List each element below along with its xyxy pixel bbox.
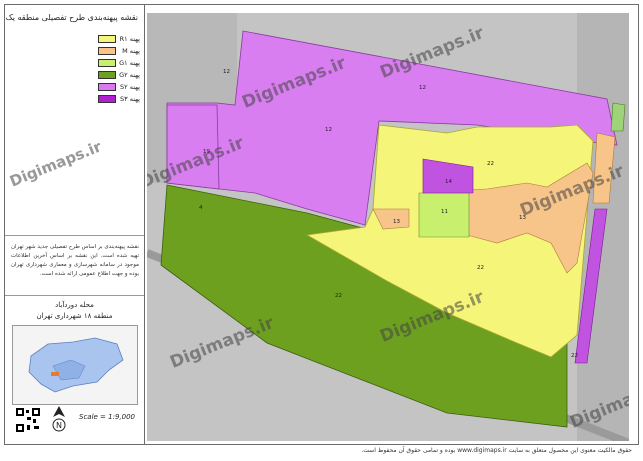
location-marker — [51, 372, 59, 376]
zone-label: 11 — [441, 209, 448, 215]
zone-label: 12 — [223, 69, 230, 75]
legend-panel: نقشه پیهنه‌بندی طرح تفصیلی منطقه یک پهنه… — [5, 5, 145, 444]
legend-swatch — [98, 47, 116, 55]
legend-label: پهنه G۲ — [119, 71, 140, 79]
legend-label: پهنه S۳ — [120, 95, 140, 103]
legend-item: پهنه R۱ — [95, 33, 141, 45]
map-canvas[interactable]: 12 12 19 22 14 11 13 13 22 4 22 22 12 Di… — [147, 13, 629, 441]
zone-S2 — [166, 104, 220, 190]
legend-swatch — [98, 59, 116, 67]
zone-label: 12 — [325, 127, 332, 133]
zone-label: 22 — [571, 353, 578, 359]
map-note: نقشه پیهنه‌بندی بر اساس طرح تفصیلی جدید … — [11, 244, 139, 277]
zone-label: 13 — [519, 215, 526, 221]
zone-label: 13 — [393, 219, 400, 225]
zone-label: 19 — [203, 149, 210, 155]
north-arrow-icon: N — [52, 406, 66, 432]
qr-code-icon — [15, 407, 41, 433]
zone-label: 22 — [335, 293, 342, 299]
legend-item: پهنه M — [95, 45, 141, 57]
legend-swatch — [98, 35, 116, 43]
zone-label: 22 — [487, 161, 494, 167]
zone-label: 12 — [419, 85, 426, 91]
map-title: نقشه پیهنه‌بندی طرح تفصیلی منطقه یک — [5, 13, 138, 22]
legend: پهنه R۱ پهنه M پهنه G۱ پهنه G۲ پهنه S۲ پهنه S… — [95, 33, 141, 105]
zone-G1 — [418, 192, 470, 238]
district-name: منطقه ۱۸ شهرداری تهران — [36, 312, 113, 320]
locator-map — [12, 325, 138, 405]
zone-S3 — [610, 102, 626, 132]
zone-label: 14 — [445, 179, 452, 185]
legend-item: پهنه S۲ — [95, 81, 141, 93]
map-scale: Scale = 1:9,000 — [79, 413, 135, 421]
legend-label: پهنه M — [122, 47, 140, 55]
legend-label: پهنه R۱ — [119, 35, 140, 43]
legend-label: پهنه G۱ — [119, 59, 140, 67]
legend-label: پهنه S۲ — [120, 83, 140, 91]
svg-text:N: N — [56, 421, 62, 430]
legend-swatch — [98, 71, 116, 79]
map-sheet: نقشه پیهنه‌بندی طرح تفصیلی منطقه یک پهنه… — [4, 4, 639, 445]
divider — [5, 235, 144, 236]
legend-item: پهنه G۲ — [95, 69, 141, 81]
zone-label: 22 — [477, 265, 484, 271]
legend-swatch — [98, 83, 116, 91]
legend-item: پهنه S۳ — [95, 93, 141, 105]
legend-swatch — [98, 95, 116, 103]
zone-label: 4 — [199, 205, 203, 211]
divider — [5, 295, 144, 296]
copyright-footer: حقوق مالکیت معنوی این محصول متعلق به سای… — [361, 447, 632, 454]
legend-item: پهنه G۱ — [95, 57, 141, 69]
neighborhood-name: محله دوردآباد — [55, 301, 94, 309]
